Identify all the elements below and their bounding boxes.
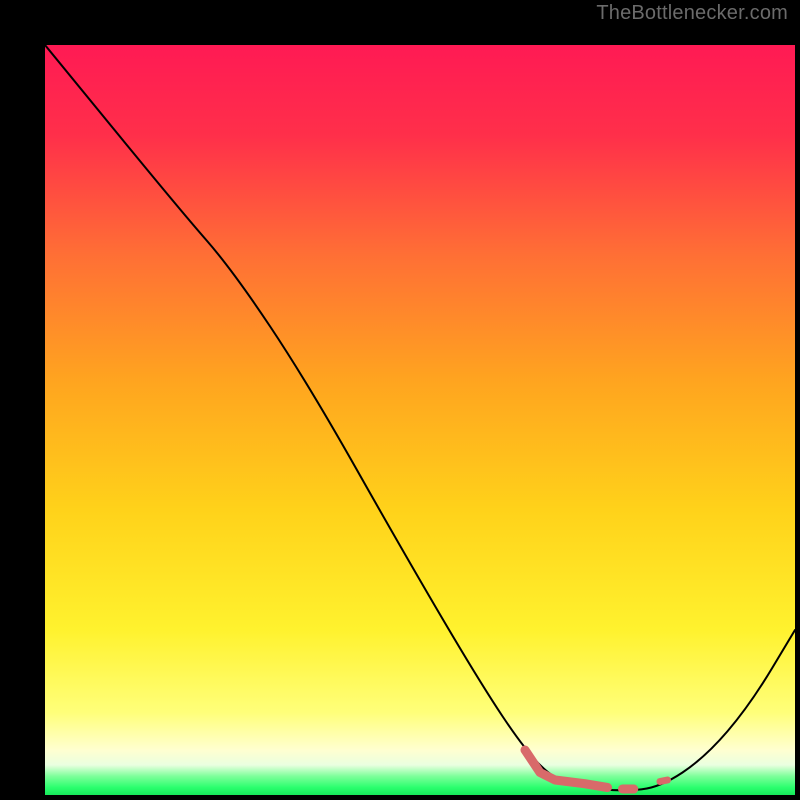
chart-background [45,45,795,795]
series-highlight-dot-2 [660,780,668,782]
chart-frame [20,20,780,780]
bottleneck-chart [45,45,795,795]
